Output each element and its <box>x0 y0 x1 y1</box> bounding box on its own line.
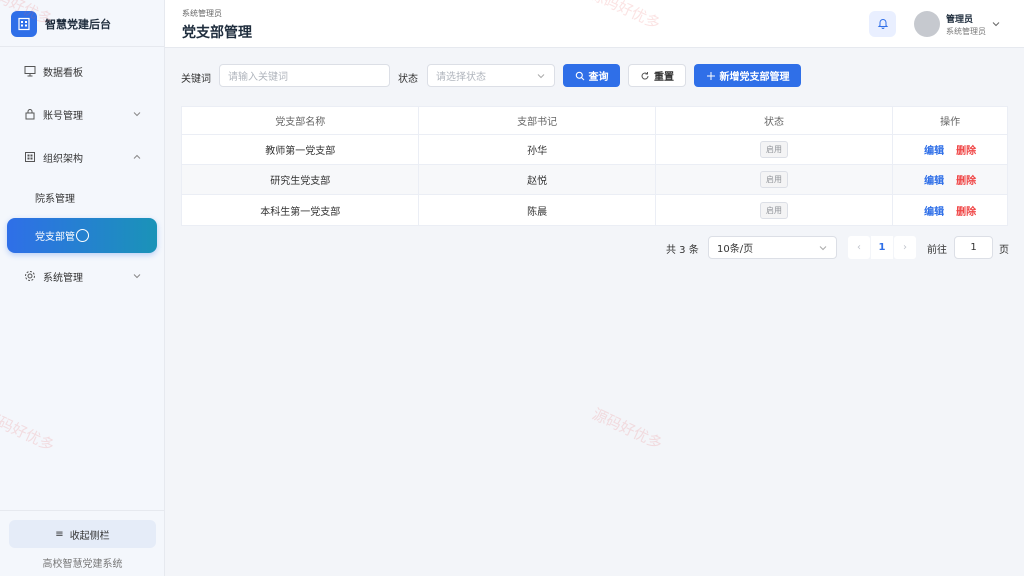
table-row: 研究生党支部 赵悦 启用 编辑 删除 <box>182 165 1007 195</box>
system-name-footer: 高校智慧党建系统 <box>42 559 123 570</box>
search-icon <box>575 71 585 81</box>
refresh-icon <box>640 71 650 81</box>
goto-page-input[interactable]: 1 <box>954 236 993 259</box>
status-badge: 启用 <box>760 141 789 158</box>
page-suffix: 页 <box>999 245 1009 256</box>
top-header: 系统管理员 党支部管理 管理员 系统管理员 <box>165 0 1024 48</box>
secretary-cell: 陈晨 <box>419 195 656 225</box>
branches-table: 党支部名称 支部书记 状态 操作 教师第一党支部 孙华 启用 编辑 删除 研究生… <box>181 106 1008 226</box>
page-number-current[interactable]: 1 <box>871 236 893 259</box>
sidebar-item-organization[interactable]: 组织架构 <box>7 140 157 174</box>
user-name[interactable]: 管理员 <box>946 12 973 25</box>
chevron-down-icon[interactable] <box>990 18 1002 30</box>
keyword-label: 关键词 <box>181 74 211 85</box>
page-size-value: 10条/页 <box>717 244 754 255</box>
sidebar-item-label: 系统管理 <box>43 272 83 284</box>
collapse-label: 收起侧栏 <box>69 530 110 542</box>
status-badge: 启用 <box>760 171 789 188</box>
column-header: 操作 <box>940 117 961 128</box>
add-button-label: 新增党支部管理 <box>719 72 790 83</box>
sidebar-item-dashboard[interactable]: 数据看板 <box>7 54 157 88</box>
branch-name-cell: 教师第一党支部 <box>182 135 420 164</box>
next-page-button[interactable]: › <box>894 236 916 259</box>
secretary-cell: 赵悦 <box>419 165 656 194</box>
sidebar-item-label: 院系管理 <box>35 193 75 205</box>
chevron-down-icon <box>818 243 828 253</box>
sidebar: 智慧党建后台 数据看板 账号管理 组织架构 院系管理 党支部管 系统管理 ≡ 收… <box>0 0 165 576</box>
user-role: 系统管理员 <box>946 27 986 36</box>
column-header: 党支部名称 <box>182 107 420 134</box>
secretary-cell: 孙华 <box>419 135 656 164</box>
dashboard-icon <box>23 64 37 78</box>
edit-link[interactable]: 编辑 <box>924 172 944 187</box>
table-row: 本科生第一党支部 陈晨 启用 编辑 删除 <box>182 195 1007 225</box>
status-badge: 启用 <box>760 201 789 219</box>
sidebar-item-label: 组织架构 <box>43 153 83 165</box>
actions-cell: 编辑 删除 <box>893 135 1007 164</box>
notification-button[interactable] <box>869 11 896 37</box>
search-button-label: 查询 <box>588 72 609 83</box>
lock-icon <box>23 107 37 121</box>
sidebar-item-party-branches[interactable]: 党支部管 <box>7 218 157 253</box>
breadcrumb: 系统管理员 <box>182 9 222 18</box>
status-cell: 启用 <box>656 195 894 225</box>
divider <box>0 510 165 511</box>
chevron-down-icon <box>131 270 143 282</box>
sidebar-item-system[interactable]: 系统管理 <box>7 259 157 293</box>
page-size-select[interactable]: 10条/页 <box>708 236 837 259</box>
avatar[interactable] <box>914 11 940 37</box>
delete-link[interactable]: 删除 <box>956 142 976 157</box>
sidebar-item-label: 党支部管 <box>35 232 75 243</box>
page-title: 党支部管理 <box>182 25 252 41</box>
reset-button-label: 重置 <box>654 72 674 83</box>
menu-icon: ≡ <box>55 528 64 540</box>
building-icon <box>11 11 37 37</box>
chevron-up-icon <box>131 151 143 163</box>
status-label: 状态 <box>398 74 418 85</box>
chevron-left-icon: ‹ <box>857 242 861 253</box>
chevron-right-icon: › <box>903 242 907 253</box>
sidebar-item-label: 账号管理 <box>43 110 83 122</box>
column-header: 支部书记 <box>419 107 656 134</box>
branch-name-cell: 研究生党支部 <box>182 165 420 194</box>
pagination-total: 共 3 条 <box>666 245 699 256</box>
divider <box>0 46 165 47</box>
edit-link[interactable]: 编辑 <box>924 142 944 157</box>
goto-label: 前往 <box>927 245 947 256</box>
status-select[interactable]: 请选择状态 <box>427 64 555 87</box>
edit-link[interactable]: 编辑 <box>924 203 944 218</box>
reset-button[interactable]: 重置 <box>628 64 686 87</box>
watermark: 源码好优多 <box>589 404 666 453</box>
chevron-down-icon <box>131 108 143 120</box>
chevron-down-icon <box>536 71 546 81</box>
status-cell: 启用 <box>656 165 894 194</box>
keyword-input[interactable]: 请输入关键词 <box>219 64 390 87</box>
brand-name: 智慧党建后台 <box>45 18 111 31</box>
bell-icon <box>877 17 889 32</box>
add-branch-button[interactable]: 新增党支部管理 <box>694 64 801 87</box>
delete-link[interactable]: 删除 <box>956 172 976 187</box>
status-cell: 启用 <box>656 135 894 164</box>
status-placeholder: 请选择状态 <box>436 72 486 83</box>
search-button[interactable]: 查询 <box>563 64 620 87</box>
collapse-sidebar-button[interactable]: ≡ 收起侧栏 <box>9 520 156 548</box>
gear-icon <box>23 269 37 283</box>
branch-name-cell: 本科生第一党支部 <box>182 195 420 225</box>
actions-cell: 编辑 删除 <box>893 165 1007 194</box>
sidebar-item-accounts[interactable]: 账号管理 <box>7 97 157 131</box>
loading-spinner-icon <box>76 229 89 242</box>
sidebar-item-label: 数据看板 <box>43 67 83 79</box>
column-header: 状态 <box>656 107 894 134</box>
sidebar-item-departments[interactable]: 院系管理 <box>7 180 157 214</box>
actions-cell: 编辑 删除 <box>893 195 1007 225</box>
delete-link[interactable]: 删除 <box>956 203 976 218</box>
keyword-placeholder: 请输入关键词 <box>228 72 288 83</box>
table-header-row: 党支部名称 支部书记 状态 操作 <box>182 107 1007 135</box>
table-row: 教师第一党支部 孙华 启用 编辑 删除 <box>182 135 1007 165</box>
prev-page-button[interactable]: ‹ <box>848 236 870 259</box>
brand[interactable]: 智慧党建后台 <box>11 11 111 37</box>
plus-icon <box>706 71 716 81</box>
organization-icon <box>23 150 37 164</box>
